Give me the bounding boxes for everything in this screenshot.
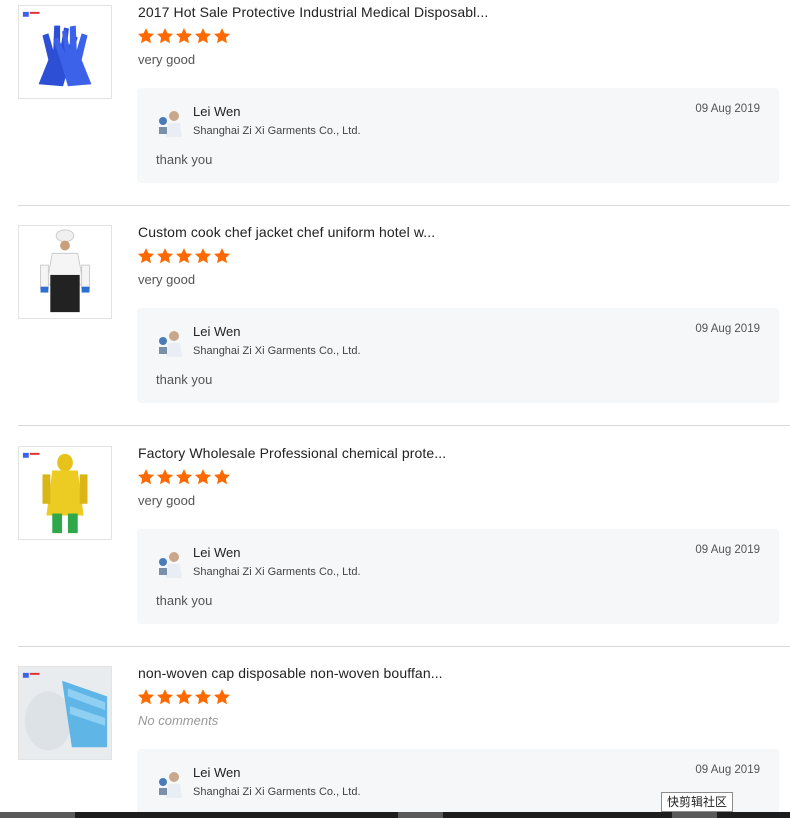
review-comment: very good xyxy=(138,52,196,67)
review-item: Custom cook chef jacket chef uniform hot… xyxy=(0,220,790,440)
star-icon xyxy=(175,27,193,45)
divider xyxy=(18,205,790,206)
star-icon xyxy=(175,468,193,486)
seller-avatar xyxy=(156,548,186,578)
reply-date: 09 Aug 2019 xyxy=(695,323,760,335)
reply-date: 09 Aug 2019 xyxy=(695,103,760,115)
star-icon xyxy=(213,27,231,45)
review-comment: No comments xyxy=(138,713,219,728)
star-icon xyxy=(156,247,174,265)
star-icon xyxy=(175,688,193,706)
reply-date: 09 Aug 2019 xyxy=(695,764,760,776)
star-icon xyxy=(137,247,155,265)
review-item: 2017 Hot Sale Protective Industrial Medi… xyxy=(0,0,790,220)
overlay-label[interactable]: 快剪辑社区 xyxy=(661,792,734,812)
product-title[interactable]: 2017 Hot Sale Protective Industrial Medi… xyxy=(138,4,488,20)
review-comment: very good xyxy=(138,493,196,508)
star-icon xyxy=(137,468,155,486)
seller-reply: Lei Wen Shanghai Zi Xi Garments Co., Ltd… xyxy=(137,88,779,183)
star-icon xyxy=(213,688,231,706)
reply-text: thank you xyxy=(156,152,213,167)
reply-name: Lei Wen xyxy=(193,324,241,339)
star-icon xyxy=(213,247,231,265)
taskbar-strip xyxy=(0,812,790,818)
seller-avatar xyxy=(156,107,186,137)
rating-stars xyxy=(137,247,231,269)
reply-company: Shanghai Zi Xi Garments Co., Ltd. xyxy=(193,786,361,798)
product-thumbnail-chemical-suit[interactable] xyxy=(18,446,112,540)
reply-company: Shanghai Zi Xi Garments Co., Ltd. xyxy=(193,125,361,137)
divider xyxy=(18,646,790,647)
star-icon xyxy=(137,27,155,45)
star-icon xyxy=(194,27,212,45)
reply-name: Lei Wen xyxy=(193,545,241,560)
star-icon xyxy=(213,468,231,486)
reply-company: Shanghai Zi Xi Garments Co., Ltd. xyxy=(193,566,361,578)
divider xyxy=(18,425,790,426)
star-icon xyxy=(137,688,155,706)
product-title[interactable]: non-woven cap disposable non-woven bouff… xyxy=(138,665,443,681)
seller-reply: Lei Wen Shanghai Zi Xi Garments Co., Ltd… xyxy=(137,308,779,403)
product-title[interactable]: Custom cook chef jacket chef uniform hot… xyxy=(138,224,435,240)
seller-avatar xyxy=(156,327,186,357)
product-title[interactable]: Factory Wholesale Professional chemical … xyxy=(138,445,446,461)
reply-date: 09 Aug 2019 xyxy=(695,544,760,556)
product-thumbnail-bouffant-cap[interactable] xyxy=(18,666,112,760)
star-icon xyxy=(175,247,193,265)
star-icon xyxy=(194,468,212,486)
review-comment: very good xyxy=(138,272,196,287)
reply-company: Shanghai Zi Xi Garments Co., Ltd. xyxy=(193,345,361,357)
reply-text: thank you xyxy=(156,372,213,387)
rating-stars xyxy=(137,27,231,49)
reply-text: thank you xyxy=(156,593,213,608)
review-item: Factory Wholesale Professional chemical … xyxy=(0,441,790,661)
seller-avatar xyxy=(156,768,186,798)
star-icon xyxy=(156,27,174,45)
product-thumbnail-chef-uniform[interactable] xyxy=(18,225,112,319)
reply-name: Lei Wen xyxy=(193,104,241,119)
product-thumbnail-gloves[interactable] xyxy=(18,5,112,99)
star-icon xyxy=(156,688,174,706)
reply-name: Lei Wen xyxy=(193,765,241,780)
seller-reply: Lei Wen Shanghai Zi Xi Garments Co., Ltd… xyxy=(137,529,779,624)
rating-stars xyxy=(137,688,231,710)
star-icon xyxy=(194,688,212,706)
rating-stars xyxy=(137,468,231,490)
star-icon xyxy=(156,468,174,486)
star-icon xyxy=(194,247,212,265)
